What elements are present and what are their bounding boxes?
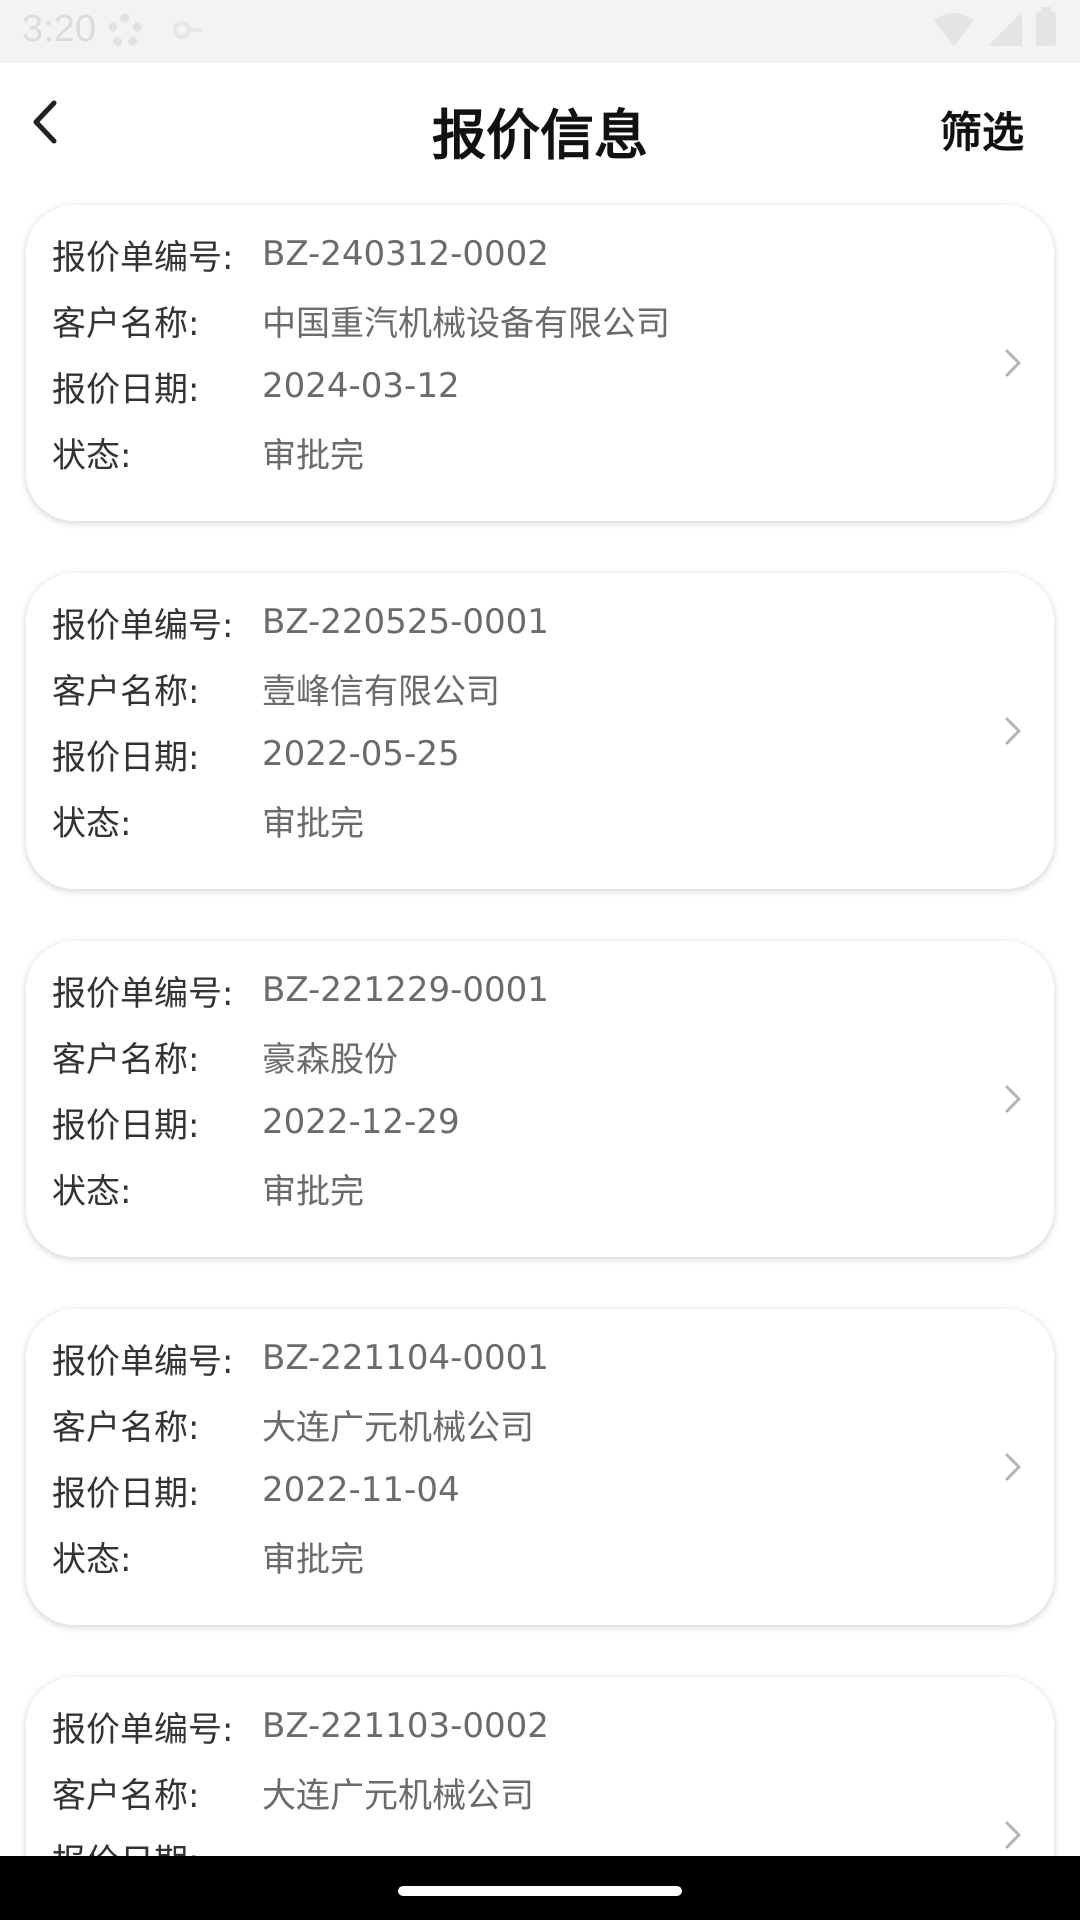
- quote-card[interactable]: 报价单编号: BZ-240312-0002 客户名称: 中国重汽机械设备有限公司…: [26, 205, 1054, 521]
- quote-no-row: 报价单编号: BZ-220525-0001: [52, 589, 549, 655]
- date-value: 2022-12-29: [262, 1102, 460, 1142]
- quote-card[interactable]: 报价单编号: BZ-221103-0002 客户名称: 大连广元机械公司 报价日…: [26, 1677, 1054, 1856]
- status-value: 审批完: [262, 1171, 364, 1212]
- status-time: 3:20: [22, 8, 96, 50]
- status-bar: 3:20: [0, 0, 1080, 63]
- quote-card[interactable]: 报价单编号: BZ-221104-0001 客户名称: 大连广元机械公司 报价日…: [26, 1309, 1054, 1625]
- date-value: 2024-03-12: [262, 366, 460, 406]
- date-label: 报价日期:: [52, 369, 200, 410]
- status-value: 审批完: [262, 1539, 364, 1580]
- status-row: 状态: 审批完: [52, 419, 364, 485]
- quote-no-value: BZ-240312-0002: [262, 234, 549, 274]
- status-row: 状态: 审批完: [52, 1155, 364, 1221]
- date-value: 2022-11-04: [262, 1470, 460, 1510]
- quote-no-label: 报价单编号:: [52, 973, 234, 1014]
- app-header: 报价信息 筛选: [0, 63, 1080, 183]
- quote-no-value: BZ-221229-0001: [262, 970, 549, 1010]
- customer-label: 客户名称:: [52, 1039, 200, 1080]
- quote-list[interactable]: 报价单编号: BZ-240312-0002 客户名称: 中国重汽机械设备有限公司…: [0, 183, 1080, 1856]
- customer-row: 客户名称: 中国重汽机械设备有限公司: [52, 287, 670, 353]
- quote-no-row: 报价单编号: BZ-240312-0002: [52, 221, 549, 287]
- customer-value: 壹峰信有限公司: [262, 671, 500, 712]
- filter-button[interactable]: 筛选: [940, 99, 1024, 160]
- customer-row: 客户名称: 壹峰信有限公司: [52, 655, 500, 721]
- quote-no-label: 报价单编号:: [52, 605, 234, 646]
- chevron-right-icon: [1005, 349, 1021, 377]
- customer-row: 客户名称: 大连广元机械公司: [52, 1391, 534, 1457]
- quote-no-label: 报价单编号:: [52, 1709, 234, 1750]
- chevron-right-icon: [1005, 1085, 1021, 1113]
- customer-value: 豪森股份: [262, 1039, 398, 1080]
- system-nav-bar: [0, 1856, 1080, 1920]
- quote-no-value: BZ-221104-0001: [262, 1338, 549, 1378]
- customer-value: 中国重汽机械设备有限公司: [262, 303, 670, 344]
- page-title: 报价信息: [432, 104, 648, 167]
- status-label: 状态:: [52, 803, 132, 844]
- date-row: 报价日期: 2022-05-25: [52, 721, 460, 787]
- quote-no-label: 报价单编号:: [52, 1341, 234, 1382]
- settings-icon: [108, 14, 142, 48]
- chevron-right-icon: [1005, 717, 1021, 745]
- cell-signal-icon: [988, 12, 1022, 46]
- status-row: 状态: 审批完: [52, 787, 364, 853]
- date-label: 报价日期:: [52, 1473, 200, 1514]
- quote-card[interactable]: 报价单编号: BZ-220525-0001 客户名称: 壹峰信有限公司 报价日期…: [26, 573, 1054, 889]
- customer-label: 客户名称:: [52, 1407, 200, 1448]
- customer-label: 客户名称:: [52, 671, 200, 712]
- status-value: 审批完: [262, 435, 364, 476]
- customer-row: 客户名称: 豪森股份: [52, 1023, 398, 1089]
- status-label: 状态:: [52, 435, 132, 476]
- customer-label: 客户名称:: [52, 1775, 200, 1816]
- date-row: 报价日期: 2024-03-12: [52, 353, 460, 419]
- date-row: 报价日期: 2022-11-04: [52, 1457, 460, 1523]
- quote-no-label: 报价单编号:: [52, 237, 234, 278]
- vpn-key-icon: [173, 21, 202, 39]
- status-value: 审批完: [262, 803, 364, 844]
- chevron-right-icon: [1005, 1453, 1021, 1481]
- wifi-icon: [934, 13, 974, 46]
- customer-label: 客户名称:: [52, 303, 200, 344]
- quote-no-value: BZ-220525-0001: [262, 602, 549, 642]
- home-indicator[interactable]: [398, 1886, 682, 1896]
- status-label: 状态:: [52, 1171, 132, 1212]
- quote-no-row: 报价单编号: BZ-221229-0001: [52, 957, 549, 1023]
- quote-no-row: 报价单编号: BZ-221104-0001: [52, 1325, 549, 1391]
- date-row: 报价日期:: [52, 1825, 262, 1857]
- quote-card[interactable]: 报价单编号: BZ-221229-0001 客户名称: 豪森股份 报价日期: 2…: [26, 941, 1054, 1257]
- quote-no-value: BZ-221103-0002: [262, 1706, 549, 1746]
- battery-icon: [1036, 7, 1056, 46]
- status-label: 状态:: [52, 1539, 132, 1580]
- chevron-right-icon: [1005, 1821, 1021, 1849]
- date-label: 报价日期:: [52, 737, 200, 778]
- customer-row: 客户名称: 大连广元机械公司: [52, 1759, 534, 1825]
- date-row: 报价日期: 2022-12-29: [52, 1089, 460, 1155]
- customer-value: 大连广元机械公司: [262, 1775, 534, 1816]
- date-label: 报价日期:: [52, 1105, 200, 1146]
- quote-no-row: 报价单编号: BZ-221103-0002: [52, 1693, 549, 1759]
- status-row: 状态: 审批完: [52, 1523, 364, 1589]
- customer-value: 大连广元机械公司: [262, 1407, 534, 1448]
- date-value: 2022-05-25: [262, 734, 460, 774]
- date-label: 报价日期:: [52, 1834, 262, 1857]
